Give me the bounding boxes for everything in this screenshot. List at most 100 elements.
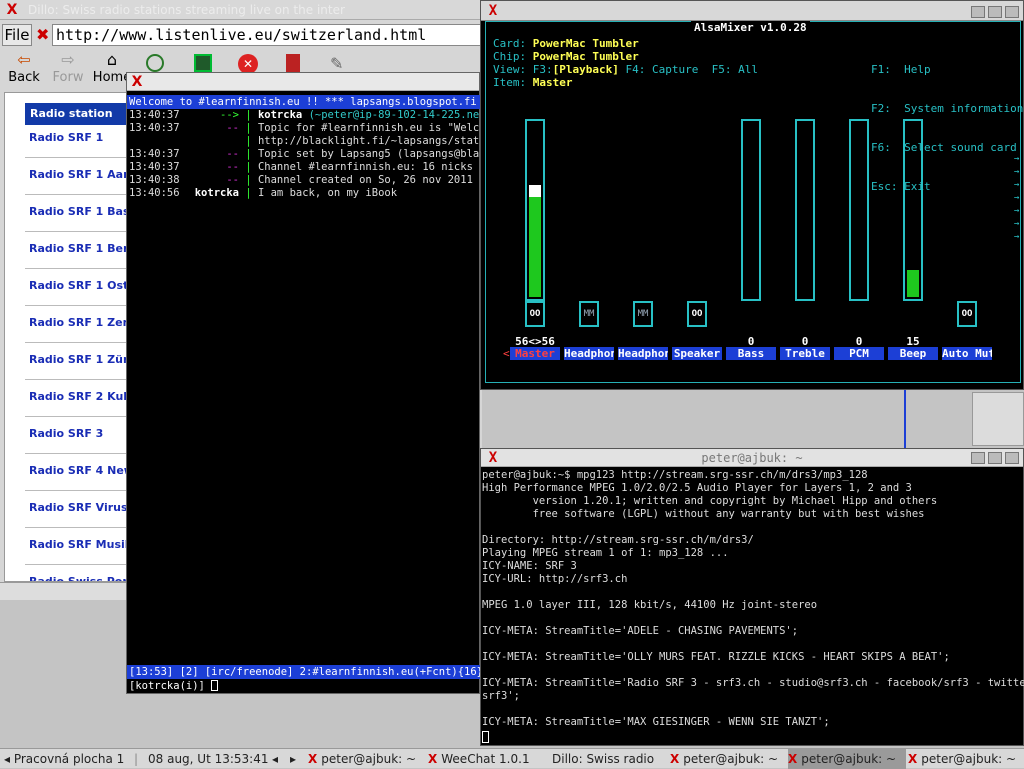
channel-name[interactable]: Speaker [672,347,722,360]
weechat-titlebar[interactable]: X [127,73,479,91]
channel-name[interactable]: Auto Mut [942,347,992,360]
terminal-titlebar[interactable]: X peter@ajbuk: ~ [481,449,1023,467]
file-menu-button[interactable]: File [2,24,32,46]
terminal-line: ICY-NAME: SRF 3 [482,560,577,572]
weechat-input-line[interactable]: [kotrcka(i)] [127,679,481,693]
back-arrow-icon: ⇦ [17,50,31,69]
text-cursor [211,680,219,691]
task-prev-icon[interactable]: ◂ [272,749,278,769]
alsamixer-title: AlsaMixer v1.0.28 [691,21,810,35]
dillo-titlebar[interactable]: X Dillo: Swiss radio stations streaming … [0,0,482,20]
minimize-button[interactable] [971,452,985,464]
reload-icon[interactable] [146,54,164,72]
alsamixer-titlebar[interactable]: X [481,1,1023,21]
chat-line: 13:40:37 --> | kotrcka (~peter@ip-89-102-… [129,109,511,121]
row-divider [25,157,131,158]
x-app-icon: X [908,752,918,766]
station-link[interactable]: Radio SRF 1 Aarg [29,168,133,181]
taskbar-task[interactable]: X WeeChat 1.0.1 [428,749,550,769]
url-input[interactable]: http://www.listenlive.eu/switzerland.htm… [52,24,482,46]
selected-left-marker: < [503,347,510,360]
volume-peak-marker [529,185,541,197]
station-link[interactable]: Radio SRF 1 Ostsc [29,279,133,292]
taskbar-task[interactable]: Xpeter@ajbuk: ~ [788,749,906,769]
row-divider [25,268,131,269]
station-link[interactable]: Radio SRF 1 Bern [29,242,133,255]
dillo-title: Dillo: Swiss radio stations streaming li… [28,3,345,17]
tools-icon[interactable]: ✎ [330,54,348,74]
mute-switch[interactable]: OO [957,301,977,327]
station-link[interactable]: Radio SRF 4 News [29,464,133,477]
channel-name[interactable]: PCM [834,347,884,360]
station-column-header: Radio station [25,103,131,125]
bookmarks-icon[interactable] [286,54,300,74]
task-next-icon[interactable]: ▸ [290,749,296,769]
view-playback-tab[interactable]: [Playback] [553,63,619,76]
close-button[interactable] [1005,6,1019,18]
taskbar-task[interactable]: Xpeter@ajbuk: ~ [908,749,1024,769]
terminal-line: ICY-URL: http://srf3.ch [482,573,628,585]
terminal-line: ICY-META: StreamTitle='ADELE - CHASING P… [482,625,799,637]
row-divider [25,490,131,491]
mute-switch[interactable]: OO [687,301,707,327]
terminal-line: Directory: http://stream.srg-ssr.ch/m/dr… [482,534,754,546]
taskbar-clock: 08 aug, Ut 13:53:41 [148,752,269,766]
workspace-switcher[interactable]: ◂ Pracovná plocha 1 [4,749,124,769]
window-controls [968,451,1019,466]
forward-button[interactable]: ⇨ Forw [46,50,90,90]
station-link[interactable]: Radio Swiss Pop [29,575,133,581]
window-controls [968,4,1019,20]
mute-switch[interactable]: MM [633,301,653,327]
volume-slider[interactable] [849,119,869,301]
station-link[interactable]: Radio SRF 1 Zentr [29,316,133,329]
minimize-button[interactable] [971,6,985,18]
help-keys: F1: Help F2: System information F6: Sele… [871,63,1024,193]
x-app-icon: X [488,3,498,19]
terminal-line: peter@ajbuk:~$ mpg123 http://stream.srg-… [482,469,868,481]
x-app-icon: X [6,2,18,18]
station-link[interactable]: Radio SRF 2 Kultu [29,390,133,403]
station-link[interactable]: Radio SRF 3 [29,427,133,440]
station-link[interactable]: Radio SRF 1 Base [29,205,133,218]
channel-name[interactable]: Bass [726,347,776,360]
channel-name[interactable]: Headphon [618,347,668,360]
close-button[interactable] [1005,452,1019,464]
terminal-line: ICY-META: StreamTitle='MAX GIESINGER - W… [482,716,830,728]
station-link[interactable]: Radio SRF 1 [29,131,133,144]
divider-line [904,390,906,448]
row-divider [25,231,131,232]
terminal-title: peter@ajbuk: ~ [701,451,803,465]
volume-slider[interactable] [741,119,761,301]
forward-arrow-icon: ⇨ [61,50,75,69]
save-icon[interactable] [194,54,212,72]
mute-switch[interactable]: OO [525,301,545,327]
channel-name[interactable]: Beep [888,347,938,360]
volume-slider[interactable] [903,119,923,301]
mute-switch[interactable]: MM [579,301,599,327]
maximize-button[interactable] [988,452,1002,464]
taskbar-task[interactable]: Xpeter@ajbuk: ~ [308,749,426,769]
scroll-right-arrows: → → → → → → → [1014,154,1020,242]
row-divider [25,194,131,195]
x-app-icon: X [488,450,498,466]
volume-slider[interactable] [795,119,815,301]
channel-name[interactable]: Headphon [564,347,614,360]
back-button[interactable]: ⇦ Back [2,50,46,90]
station-link[interactable]: Radio SRF 1 Züric [29,353,133,366]
x-app-icon: X [428,752,438,766]
channel-name[interactable]: Treble [780,347,830,360]
view-all-tab[interactable]: F5: All [712,63,758,76]
clear-url-icon[interactable]: ✖ [36,26,50,44]
taskbar-task[interactable]: Dillo: Swiss radio [552,749,668,769]
maximize-button[interactable] [988,6,1002,18]
row-divider [25,379,131,380]
channel-name[interactable]: Master [510,347,560,360]
taskbar: ◂ Pracovná plocha 1 | 08 aug, Ut 13:53:4… [0,748,1024,769]
stop-icon[interactable]: ✕ [238,54,258,74]
terminal-line: srf3'; [482,690,520,702]
view-capture-tab[interactable]: F4: Capture [625,63,698,76]
station-link[interactable]: Radio SRF Musikw [29,538,133,551]
station-link[interactable]: Radio SRF Virus [29,501,133,514]
taskbar-task[interactable]: Xpeter@ajbuk: ~ [670,749,786,769]
volume-slider[interactable] [525,119,545,301]
